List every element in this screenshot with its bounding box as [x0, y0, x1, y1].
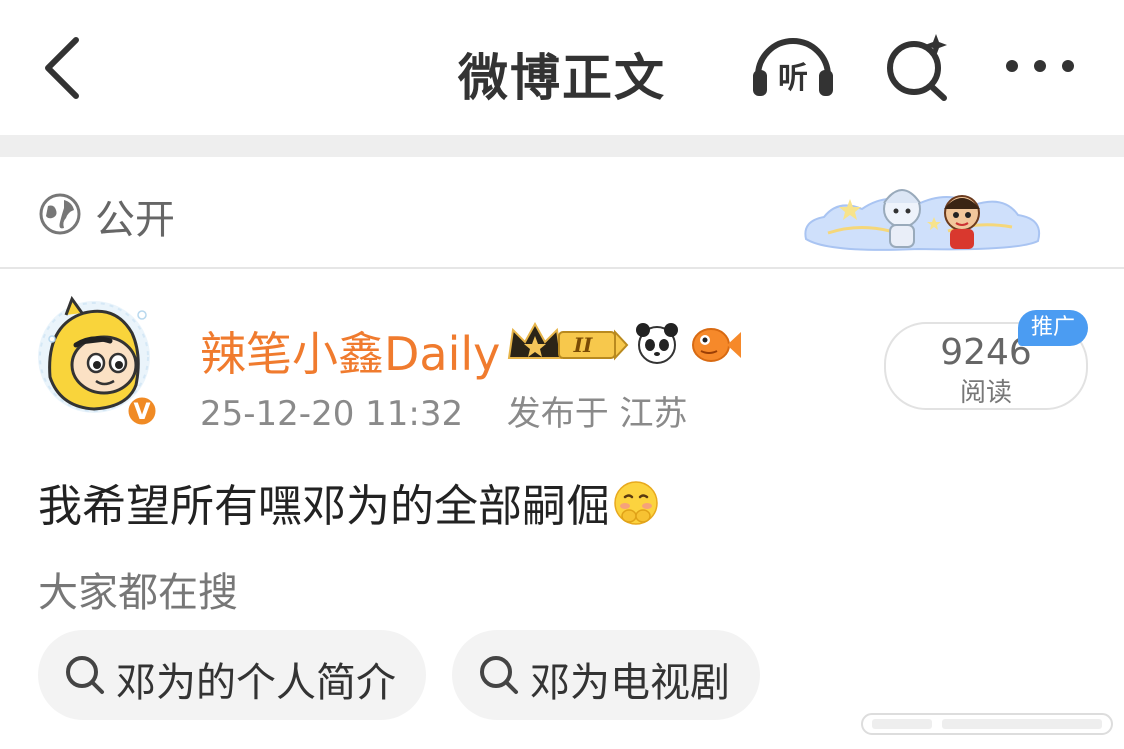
fish-icon [692, 328, 741, 362]
watermark-logo [858, 708, 1118, 740]
crown-membership-icon: II [507, 321, 629, 361]
post-timestamp: 25-12-20 11:32 [200, 394, 464, 434]
post-meta: 25-12-20 11:32 发布于 江苏 [200, 386, 688, 435]
author-name[interactable]: 辣笔小鑫Daily [200, 318, 500, 384]
trending-search-chip-label: 邓为电视剧 [530, 660, 730, 706]
svg-text:V: V [133, 400, 150, 425]
svg-text:II: II [573, 333, 593, 357]
trending-search-title: 大家都在搜 [38, 570, 238, 616]
verified-v-icon: V [125, 394, 159, 428]
search-icon [480, 656, 518, 694]
globe-icon [38, 192, 82, 236]
shy-emoji-icon [612, 479, 660, 527]
top-navigation-bar: 微博正文 听 [0, 0, 1124, 135]
author-avatar[interactable]: V [38, 295, 159, 428]
visibility-label: 公开 [95, 197, 175, 243]
author-badges: II [505, 318, 745, 368]
panda-icon [636, 323, 678, 364]
search-icon [66, 656, 104, 694]
read-label: 阅读 [959, 378, 1012, 408]
more-options-icon[interactable] [1000, 46, 1080, 86]
trending-search-chip[interactable]: 邓为电视剧 [452, 630, 760, 720]
trending-search-chip-label: 邓为的个人简介 [116, 660, 396, 706]
post-content: 我希望所有嘿邓为的全部嗣倔 [38, 470, 660, 534]
trending-search-chip[interactable]: 邓为的个人简介 [38, 630, 426, 720]
page-title: 微博正文 [458, 49, 666, 107]
section-divider [0, 135, 1124, 157]
visibility-row: 公开 [0, 157, 1124, 269]
ai-search-icon[interactable] [884, 30, 954, 102]
decorative-banner-image [798, 169, 1048, 259]
post-text: 我希望所有嘿邓为的全部嗣倔 [38, 481, 610, 532]
listen-headphone-icon[interactable]: 听 [748, 30, 838, 102]
post-location: 发布于 江苏 [506, 394, 688, 434]
promo-badge[interactable]: 推广 [1018, 310, 1088, 346]
svg-text:听: 听 [778, 61, 808, 96]
